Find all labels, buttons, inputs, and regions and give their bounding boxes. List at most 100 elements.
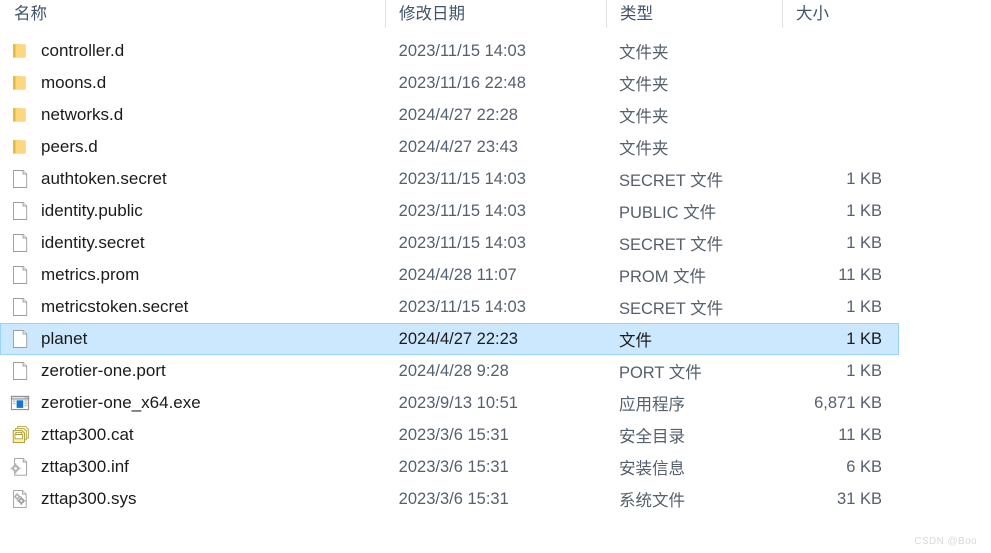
file-type-cell: 应用程序: [618, 396, 685, 414]
file-date-cell: 2023/11/16 22:48: [398, 73, 526, 92]
file-name-label: zttap300.sys: [41, 489, 137, 508]
folder-icon: [9, 136, 31, 158]
file-row[interactable]: moons.d 2023/11/16 22:48 文件夹: [0, 67, 899, 99]
file-name-cell[interactable]: metrics.prom: [1, 260, 385, 290]
file-size-cell: 11 KB: [838, 265, 882, 284]
file-type-cell: 文件夹: [618, 44, 669, 62]
file-type-cell: 文件: [618, 332, 652, 350]
file-name-label: metricstoken.secret: [41, 297, 189, 316]
blank-file-icon: [9, 360, 31, 382]
file-date-cell: 2023/11/15 14:03: [398, 201, 526, 220]
blank-file-icon: [9, 232, 31, 254]
file-type-cell: SECRET 文件: [618, 300, 724, 318]
blank-file-icon: [9, 264, 31, 286]
setup-information-icon: [9, 456, 31, 478]
file-name-cell[interactable]: moons.d: [1, 68, 385, 98]
file-date-cell: 2024/4/27 22:28: [398, 105, 518, 124]
file-type-cell: SECRET 文件: [618, 172, 724, 190]
file-name-cell[interactable]: controller.d: [1, 36, 385, 66]
file-date-cell: 2023/9/13 10:51: [398, 393, 518, 412]
file-size-cell: 11 KB: [838, 425, 882, 444]
file-row[interactable]: zttap300.sys 2023/3/6 15:31 系统文件 31 KB: [0, 483, 899, 515]
file-size-cell: [780, 100, 898, 130]
file-date-cell: 2023/3/6 15:31: [398, 457, 509, 476]
file-date-cell: 2023/3/6 15:31: [398, 489, 509, 508]
file-date-cell: 2024/4/28 9:28: [398, 361, 509, 380]
watermark: CSDN @Boo: [914, 536, 977, 547]
file-name-cell[interactable]: metricstoken.secret: [1, 292, 385, 322]
file-size-cell: 1 KB: [846, 329, 882, 348]
file-size-cell: 1 KB: [846, 361, 882, 380]
system-file-icon: [9, 488, 31, 510]
file-name-cell[interactable]: peers.d: [1, 132, 385, 162]
file-date-cell: 2023/11/15 14:03: [398, 297, 526, 316]
column-header-size[interactable]: 大小: [782, 0, 900, 30]
file-size-cell: 1 KB: [846, 169, 882, 188]
security-catalog-icon: [9, 424, 31, 446]
file-name-cell[interactable]: zttap300.sys: [1, 484, 385, 514]
file-row[interactable]: zttap300.inf 2023/3/6 15:31 安装信息 6 KB: [0, 451, 899, 483]
file-row[interactable]: zerotier-one.port 2024/4/28 9:28 PORT 文件 1 …: [0, 355, 899, 387]
column-header-date-modified[interactable]: 修改日期: [385, 0, 606, 30]
file-row[interactable]: networks.d 2024/4/27 22:28 文件夹: [0, 99, 899, 131]
file-name-label: controller.d: [41, 41, 125, 60]
file-type-cell: 安装信息: [618, 460, 685, 478]
file-size-cell: 6 KB: [846, 457, 882, 476]
file-name-label: authtoken.secret: [41, 169, 167, 188]
file-row[interactable]: zttap300.cat 2023/3/6 15:31 安全目录 11 KB: [0, 419, 899, 451]
folder-icon: [9, 40, 31, 62]
file-date-cell: 2023/3/6 15:31: [398, 425, 509, 444]
file-type-cell: SECRET 文件: [618, 236, 724, 254]
file-name-label: zttap300.inf: [41, 457, 129, 476]
file-row[interactable]: controller.d 2023/11/15 14:03 文件夹: [0, 35, 899, 67]
column-header-size-label: 大小: [796, 5, 829, 23]
file-name-cell[interactable]: zttap300.cat: [1, 420, 385, 450]
file-name-label: metrics.prom: [41, 265, 140, 284]
file-date-cell: 2024/4/27 22:23: [398, 329, 518, 348]
file-size-cell: [780, 36, 898, 66]
file-name-cell[interactable]: planet: [1, 324, 385, 354]
file-name-label: identity.secret: [41, 233, 145, 252]
file-row[interactable]: authtoken.secret 2023/11/15 14:03 SECRET 文…: [0, 163, 899, 195]
file-name-label: moons.d: [41, 73, 107, 92]
file-size-cell: 6,871 KB: [814, 393, 882, 412]
file-name-label: zttap300.cat: [41, 425, 134, 444]
file-row[interactable]: metrics.prom 2024/4/28 11:07 PROM 文件 11 KB: [0, 259, 899, 291]
file-type-cell: PUBLIC 文件: [618, 204, 717, 222]
file-date-cell: 2023/11/15 14:03: [398, 233, 526, 252]
blank-file-icon: [9, 200, 31, 222]
file-name-cell[interactable]: zerotier-one.port: [1, 356, 385, 386]
file-type-cell: PORT 文件: [618, 364, 702, 382]
column-header-date-modified-label: 修改日期: [399, 5, 465, 23]
file-size-cell: 1 KB: [846, 297, 882, 316]
file-row[interactable]: identity.public 2023/11/15 14:03 PUBLIC 文件…: [0, 195, 899, 227]
file-date-cell: 2023/11/15 14:03: [398, 169, 526, 188]
file-type-cell: 文件夹: [618, 140, 669, 158]
file-name-label: planet: [41, 329, 88, 348]
column-header-type-label: 类型: [620, 5, 653, 23]
column-header-type[interactable]: 类型: [606, 0, 782, 30]
file-date-cell: 2023/11/15 14:03: [398, 41, 526, 60]
file-size-cell: [780, 132, 898, 162]
file-row[interactable]: planet 2024/4/27 22:23 文件 1 KB: [0, 323, 899, 355]
file-name-cell[interactable]: authtoken.secret: [1, 164, 385, 194]
column-header-name[interactable]: 名称: [0, 0, 385, 30]
file-name-cell[interactable]: zerotier-one_x64.exe: [1, 388, 385, 418]
file-name-cell[interactable]: zttap300.inf: [1, 452, 385, 482]
file-row[interactable]: identity.secret 2023/11/15 14:03 SECRET 文件…: [0, 227, 899, 259]
file-date-cell: 2024/4/27 23:43: [398, 137, 518, 156]
blank-file-icon: [9, 328, 31, 350]
file-row[interactable]: zerotier-one_x64.exe 2023/9/13 10:51 应用程序 6…: [0, 387, 899, 419]
blank-file-icon: [9, 296, 31, 318]
file-name-cell[interactable]: identity.secret: [1, 228, 385, 258]
file-name-label: peers.d: [41, 137, 98, 156]
file-date-cell: 2024/4/28 11:07: [398, 265, 517, 284]
file-size-cell: 1 KB: [846, 201, 882, 220]
file-type-cell: 文件夹: [618, 108, 669, 126]
file-row[interactable]: peers.d 2024/4/27 23:43 文件夹: [0, 131, 899, 163]
application-icon: [9, 392, 31, 414]
file-name-cell[interactable]: identity.public: [1, 196, 385, 226]
folder-icon: [9, 72, 31, 94]
file-name-cell[interactable]: networks.d: [1, 100, 385, 130]
file-row[interactable]: metricstoken.secret 2023/11/15 14:03 SECRE…: [0, 291, 899, 323]
